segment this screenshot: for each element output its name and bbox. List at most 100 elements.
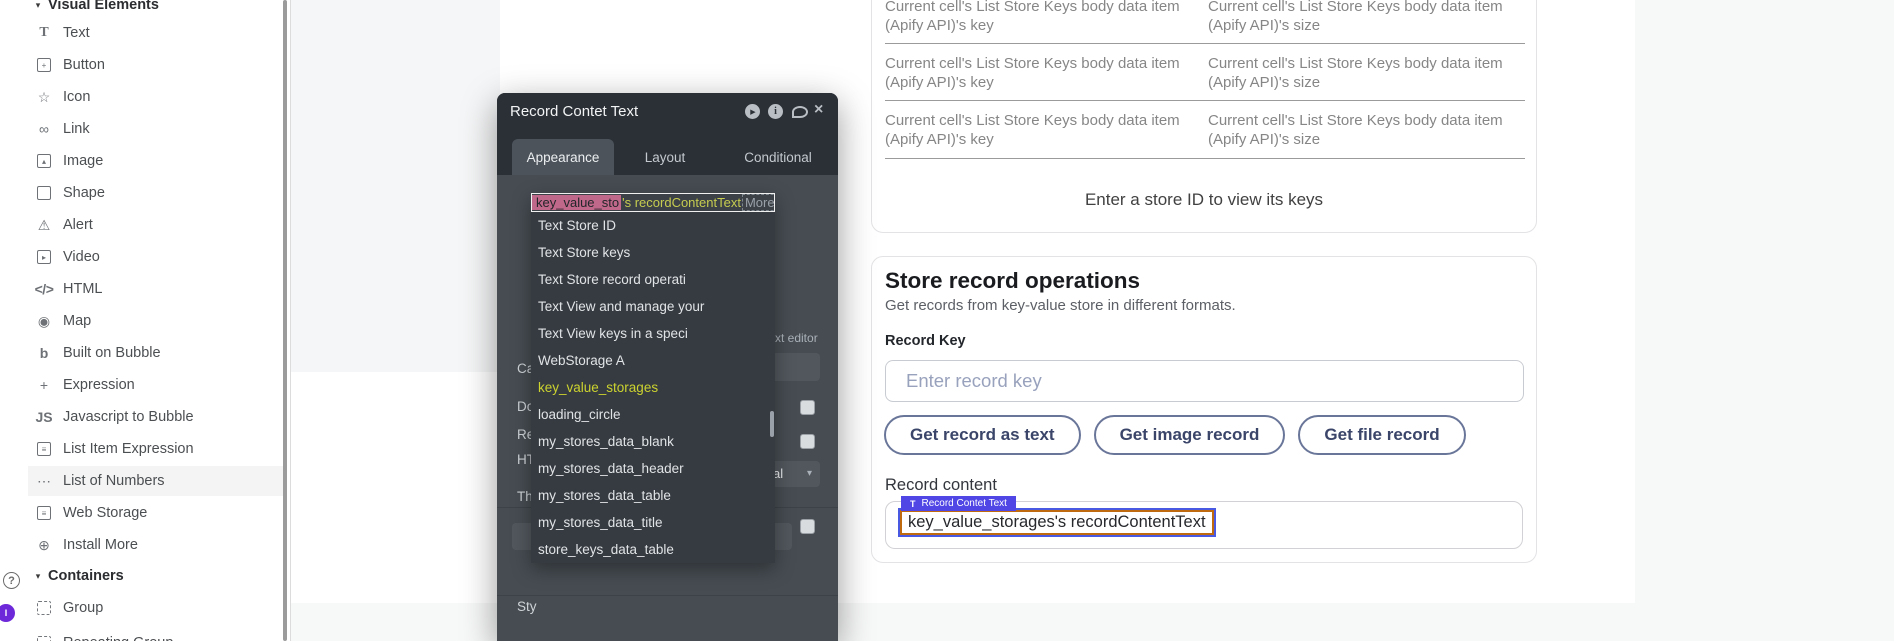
autocomplete-option[interactable]: Text View keys in a speci bbox=[531, 320, 775, 347]
autocomplete-option[interactable]: my_stores_data_blank bbox=[531, 428, 775, 455]
user-avatar[interactable]: I bbox=[0, 604, 15, 622]
expression-input[interactable]: key_value_sto 's recordContentText More.… bbox=[531, 193, 775, 212]
sidebar-item-label: Group bbox=[63, 600, 103, 616]
expression-more-button[interactable]: More... bbox=[742, 194, 775, 211]
field-label-fragment: Sty bbox=[517, 599, 537, 614]
canvas-bottom-margin bbox=[291, 603, 1635, 641]
text-element-icon: T bbox=[910, 499, 916, 509]
expression-selected-token[interactable]: key_value_sto bbox=[532, 195, 621, 210]
install-more-icon: ⊕ bbox=[34, 536, 54, 554]
sidebar-item-list-of-numbers[interactable]: ⋯List of Numbers bbox=[28, 466, 283, 496]
autocomplete-option[interactable]: Text Store record operati bbox=[531, 266, 775, 293]
tab-appearance[interactable]: Appearance bbox=[512, 139, 614, 175]
close-icon[interactable]: × bbox=[814, 101, 823, 119]
section-header-visual-elements[interactable]: ▾ Visual Elements bbox=[28, 0, 290, 16]
javascript-icon: JS bbox=[34, 408, 54, 426]
sidebar-item-expression[interactable]: + Expression bbox=[28, 370, 283, 400]
checkbox[interactable] bbox=[800, 400, 815, 415]
sidebar-item-image[interactable]: ▴Image bbox=[28, 146, 283, 176]
sidebar-item-alert[interactable]: ⚠Alert bbox=[28, 210, 283, 240]
sidebar-item-label: Image bbox=[63, 153, 103, 169]
sidebar-item-map[interactable]: ◉Map bbox=[28, 306, 283, 336]
sidebar-item-shape[interactable]: Shape bbox=[28, 178, 283, 208]
sidebar-item-built-on-bubble[interactable]: b Built on Bubble bbox=[28, 338, 283, 368]
section-header-containers[interactable]: ▾ Containers bbox=[28, 565, 290, 587]
autocomplete-option[interactable]: Text View and manage your bbox=[531, 293, 775, 320]
get-record-as-text-button[interactable]: Get record as text bbox=[884, 415, 1081, 455]
key-cell-text[interactable]: Current cell's List Store Keys body data… bbox=[885, 0, 1197, 35]
chevron-down-icon: ▾ bbox=[28, 0, 48, 11]
card-subtitle: Get records from key-value store in diff… bbox=[885, 297, 1236, 314]
autocomplete-option[interactable]: loading_circle bbox=[531, 401, 775, 428]
sidebar-item-label: List Item Expression bbox=[63, 441, 194, 457]
sidebar-item-link[interactable]: ∞Link bbox=[28, 114, 283, 144]
comment-icon[interactable] bbox=[792, 106, 808, 118]
get-file-record-button[interactable]: Get file record bbox=[1298, 415, 1465, 455]
tab-conditional[interactable]: Conditional bbox=[730, 139, 826, 175]
autocomplete-option[interactable]: store_keys_data_table bbox=[531, 536, 775, 563]
key-cell-text[interactable]: Current cell's List Store Keys body data… bbox=[885, 54, 1197, 92]
sidebar-item-javascript-to-bubble[interactable]: JS Javascript to Bubble bbox=[28, 402, 283, 432]
checkbox[interactable] bbox=[800, 519, 815, 534]
sidebar-item-label: Javascript to Bubble bbox=[63, 409, 194, 425]
autocomplete-option[interactable]: my_stores_data_table bbox=[531, 482, 775, 509]
sidebar-item-web-storage[interactable]: ≡Web Storage bbox=[28, 498, 283, 528]
chevron-down-icon: ▾ bbox=[28, 571, 48, 582]
sidebar-item-list-item-expression[interactable]: ≡ List Item Expression bbox=[28, 434, 283, 464]
plus-icon: + bbox=[34, 376, 54, 394]
key-cell-text[interactable]: Current cell's List Store Keys body data… bbox=[885, 111, 1197, 149]
sidebar-item-text[interactable]: TText bbox=[28, 18, 283, 48]
sidebar-item-group[interactable]: Group bbox=[28, 593, 283, 623]
help-icon[interactable]: ? bbox=[3, 572, 20, 589]
panel-tabbar: Appearance Layout Conditional bbox=[497, 131, 838, 175]
dropdown-scrollbar[interactable] bbox=[770, 411, 774, 437]
section-label: Containers bbox=[48, 568, 124, 584]
sidebar-item-html[interactable]: </>HTML bbox=[28, 274, 283, 304]
open-text-editor-button-fragment[interactable]: xt editor bbox=[775, 331, 818, 345]
sidebar-item-label: Expression bbox=[63, 377, 135, 393]
autocomplete-option[interactable]: my_stores_data_title bbox=[531, 509, 775, 536]
panel-titlebar[interactable]: Record Contet Text ▶ i × bbox=[497, 93, 838, 131]
record-buttons-row: Get record as text Get image record Get … bbox=[884, 415, 1466, 455]
sidebar-item-install-more[interactable]: ⊕ Install More bbox=[28, 530, 283, 560]
expression-suffix[interactable]: 's recordContentText bbox=[621, 195, 741, 210]
shape-icon bbox=[34, 184, 54, 202]
record-content-text-element[interactable]: key_value_storages's recordContentText bbox=[900, 510, 1214, 535]
warning-triangle-icon: ⚠ bbox=[34, 216, 54, 234]
html-icon: </> bbox=[34, 280, 54, 298]
info-icon[interactable]: i bbox=[768, 104, 783, 119]
sidebar-item-label: Install More bbox=[63, 537, 138, 553]
sidebar-item-repeating-group[interactable]: Repeating Group bbox=[28, 628, 283, 641]
canvas-left-margin bbox=[291, 0, 500, 372]
size-cell-text[interactable]: Current cell's List Store Keys body data… bbox=[1208, 0, 1520, 35]
size-cell-text[interactable]: Current cell's List Store Keys body data… bbox=[1208, 54, 1520, 92]
checkbox[interactable] bbox=[800, 434, 815, 449]
left-gutter: ? I bbox=[0, 0, 28, 641]
web-storage-icon: ≡ bbox=[34, 504, 54, 522]
sidebar-item-button[interactable]: +Button bbox=[28, 50, 283, 80]
sidebar-item-label: Icon bbox=[63, 89, 90, 105]
autocomplete-option[interactable]: Text Store ID bbox=[531, 212, 775, 239]
autocomplete-option[interactable]: WebStorage A bbox=[531, 347, 775, 374]
record-key-label: Record Key bbox=[885, 333, 966, 349]
preview-play-icon[interactable]: ▶ bbox=[745, 104, 760, 119]
repeating-group-icon bbox=[34, 634, 54, 641]
autocomplete-option[interactable]: Text Store keys bbox=[531, 239, 775, 266]
size-cell-text[interactable]: Current cell's List Store Keys body data… bbox=[1208, 111, 1520, 149]
record-key-input[interactable] bbox=[885, 360, 1524, 402]
sidebar-item-video[interactable]: ▸Video bbox=[28, 242, 283, 272]
autocomplete-option-highlighted[interactable]: key_value_storages bbox=[531, 374, 775, 401]
sidebar-item-label: Built on Bubble bbox=[63, 345, 161, 361]
built-on-bubble-icon: b bbox=[34, 344, 54, 362]
autocomplete-option[interactable]: my_stores_data_header bbox=[531, 455, 775, 482]
tab-layout[interactable]: Layout bbox=[635, 139, 695, 175]
sidebar-item-icon[interactable]: ☆Icon bbox=[28, 82, 283, 112]
sidebar-item-label: Button bbox=[63, 57, 105, 73]
ellipsis-icon: ⋯ bbox=[34, 472, 54, 490]
video-icon: ▸ bbox=[34, 248, 54, 266]
get-image-record-button[interactable]: Get image record bbox=[1094, 415, 1286, 455]
row-divider bbox=[885, 158, 1525, 159]
list-item-expression-icon: ≡ bbox=[34, 440, 54, 458]
sidebar-scrollbar[interactable] bbox=[283, 0, 287, 641]
sidebar-item-label: Text bbox=[63, 25, 90, 41]
